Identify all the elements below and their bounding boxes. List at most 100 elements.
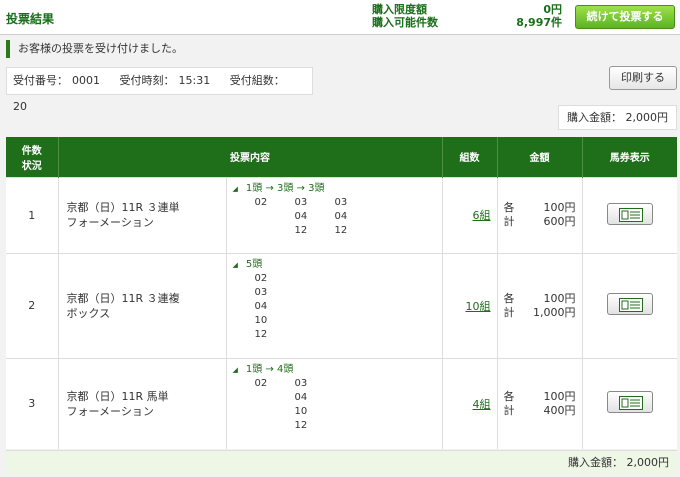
total-value: 1,000円 bbox=[533, 305, 576, 319]
each-value: 100円 bbox=[543, 201, 576, 214]
selection-columns: 02 03 04 12 03 04 12 bbox=[255, 196, 442, 238]
horse-number: 03 bbox=[334, 196, 348, 208]
selection-head: ◢ 1頭 → 3頭 → 3頭 bbox=[233, 182, 442, 196]
header-ticket: 馬券表示 bbox=[581, 137, 677, 177]
row-number: 3 bbox=[6, 357, 58, 449]
total-value: 400円 bbox=[543, 403, 576, 417]
header-status-line1: 件数 bbox=[21, 145, 42, 157]
available-count-label: 購入可能件数 bbox=[372, 16, 438, 29]
header-status-line2: 状況 bbox=[21, 160, 42, 172]
money-cell: 各 100円 計 1,000円 bbox=[496, 252, 582, 358]
each-label: 各 bbox=[503, 389, 515, 403]
header-kumi: 組数 bbox=[441, 137, 497, 177]
receipt-info: 受付番号： 0001 受付時刻： 15:31 受付組数： 20 bbox=[6, 67, 313, 113]
horse-number: 04 bbox=[254, 300, 268, 312]
purchase-limit-value: 0円 bbox=[543, 3, 562, 16]
selection-head-text: 1頭 → 3頭 → 3頭 bbox=[245, 182, 325, 194]
total-label: 計 bbox=[503, 305, 515, 319]
horse-number: 03 bbox=[294, 377, 308, 389]
receipt-number-value: 0001 bbox=[72, 74, 100, 87]
limit-labels: 購入限度額 購入可能件数 bbox=[372, 3, 438, 29]
kumi-link[interactable]: 4組 bbox=[473, 398, 491, 411]
kumi-link[interactable]: 6組 bbox=[473, 209, 491, 222]
ticket-display-button[interactable] bbox=[606, 391, 653, 414]
receipt-time-label: 受付時刻： bbox=[119, 74, 175, 87]
selection-column-2: 03 04 10 12 bbox=[295, 377, 335, 433]
race-name: 京都（日）11R ３連単 bbox=[66, 201, 180, 214]
receipt-number: 受付番号： 0001 bbox=[13, 74, 100, 87]
selection-columns: 02 03 04 10 12 bbox=[255, 272, 442, 342]
horse-number: 10 bbox=[294, 405, 308, 417]
row-number: 1 bbox=[6, 176, 58, 253]
table-row: 2 京都（日）11R ３連複 ボックス ◢ 5頭 02 03 04 10 12 10組 各… bbox=[6, 252, 677, 358]
receipt-count-label: 受付組数： bbox=[229, 74, 285, 87]
each-amount: 各 100円 bbox=[504, 390, 576, 404]
print-button[interactable]: 印刷する bbox=[609, 66, 677, 90]
row-number: 2 bbox=[6, 252, 58, 358]
horse-number: 04 bbox=[294, 210, 308, 222]
race-cell: 京都（日）11R 馬単 フォーメーション bbox=[57, 357, 226, 449]
limit-values: 0円 8,997件 bbox=[516, 3, 562, 29]
selection-cell: ◢ 1頭 → 3頭 → 3頭 02 03 04 12 03 04 12 bbox=[225, 176, 442, 253]
total-amount: 計 400円 bbox=[504, 404, 576, 418]
kumi-cell: 4組 bbox=[441, 357, 497, 449]
total-value: 600円 bbox=[543, 215, 576, 228]
selection-column-3: 03 04 12 bbox=[335, 196, 375, 238]
continue-voting-button[interactable]: 続けて投票する bbox=[575, 5, 675, 29]
expand-triangle-icon: ◢ bbox=[232, 260, 238, 269]
horse-number: 12 bbox=[334, 224, 348, 236]
kumi-link[interactable]: 10組 bbox=[466, 300, 491, 313]
page-header: 投票結果 購入限度額 購入可能件数 0円 8,997件 続けて投票する bbox=[0, 0, 680, 35]
kumi-cell: 6組 bbox=[441, 176, 497, 253]
table-row: 3 京都（日）11R 馬単 フォーメーション ◢ 1頭 → 4頭 02 03 04 1… bbox=[6, 357, 677, 449]
selection-cell: ◢ 5頭 02 03 04 10 12 bbox=[225, 252, 442, 358]
expand-triangle-icon: ◢ bbox=[232, 184, 238, 193]
receipt-number-label: 受付番号： bbox=[13, 74, 68, 87]
purchase-limit-label: 購入限度額 bbox=[372, 3, 427, 16]
receipt-time-value: 15:31 bbox=[178, 74, 211, 87]
selection-column-1: 02 bbox=[255, 196, 295, 238]
money-cell: 各 100円 計 400円 bbox=[496, 357, 582, 449]
each-label: 各 bbox=[503, 291, 515, 305]
race-name: 京都（日）11R 馬単 bbox=[66, 389, 169, 403]
selection-head-text: 5頭 bbox=[245, 258, 263, 270]
horse-number: 02 bbox=[254, 377, 268, 389]
ticket-cell bbox=[581, 176, 677, 253]
each-amount: 各 100円 bbox=[504, 201, 576, 215]
ticket-display-button[interactable] bbox=[606, 293, 653, 315]
ticket-icon bbox=[618, 207, 643, 222]
horse-number: 12 bbox=[254, 328, 268, 340]
horse-number: 04 bbox=[334, 210, 348, 222]
total-amount: 計 600円 bbox=[504, 215, 576, 229]
purchase-amount-bottom: 購入金額： 2,000円 bbox=[6, 450, 677, 474]
horse-number: 10 bbox=[254, 314, 268, 326]
total-label: 計 bbox=[503, 215, 515, 228]
each-amount: 各 100円 bbox=[504, 292, 576, 306]
selection-cell: ◢ 1頭 → 4頭 02 03 04 10 12 bbox=[225, 357, 442, 449]
selection-column-1: 02 03 04 10 12 bbox=[255, 272, 295, 342]
purchase-amount-top: 購入金額： 2,000円 bbox=[558, 105, 677, 130]
acceptance-notice: お客様の投票を受け付けました。 bbox=[6, 40, 183, 58]
selection-columns: 02 03 04 10 12 bbox=[255, 377, 442, 433]
race-cell: 京都（日）11R ３連単 フォーメーション bbox=[57, 176, 226, 253]
receipt-count-value: 20 bbox=[13, 100, 27, 113]
bet-type: フォーメーション bbox=[66, 216, 154, 229]
each-label: 各 bbox=[503, 201, 515, 214]
bet-type: フォーメーション bbox=[66, 404, 154, 418]
table-row: 1 京都（日）11R ３連単 フォーメーション ◢ 1頭 → 3頭 → 3頭 02… bbox=[6, 176, 677, 253]
ticket-display-button[interactable] bbox=[606, 202, 653, 225]
bets-table: 件数状況 投票内容 組数 金額 馬券表示 1 京都（日）11R ３連単 フォーメ… bbox=[6, 137, 677, 449]
ticket-icon bbox=[618, 298, 643, 312]
horse-number: 03 bbox=[294, 196, 308, 208]
receipt-time: 受付時刻： 15:31 bbox=[120, 74, 211, 87]
header-content: 投票内容 bbox=[57, 137, 442, 177]
page-title: 投票結果 bbox=[6, 12, 55, 26]
selection-head: ◢ 5頭 bbox=[233, 258, 442, 272]
selection-head: ◢ 1頭 → 4頭 bbox=[233, 363, 442, 377]
total-amount: 計 1,000円 bbox=[504, 306, 576, 320]
horse-number: 04 bbox=[294, 391, 308, 403]
available-count-value: 8,997件 bbox=[516, 16, 562, 29]
header-amount: 金額 bbox=[496, 137, 582, 177]
selection-head-text: 1頭 → 4頭 bbox=[245, 363, 294, 375]
ticket-cell bbox=[581, 252, 677, 358]
